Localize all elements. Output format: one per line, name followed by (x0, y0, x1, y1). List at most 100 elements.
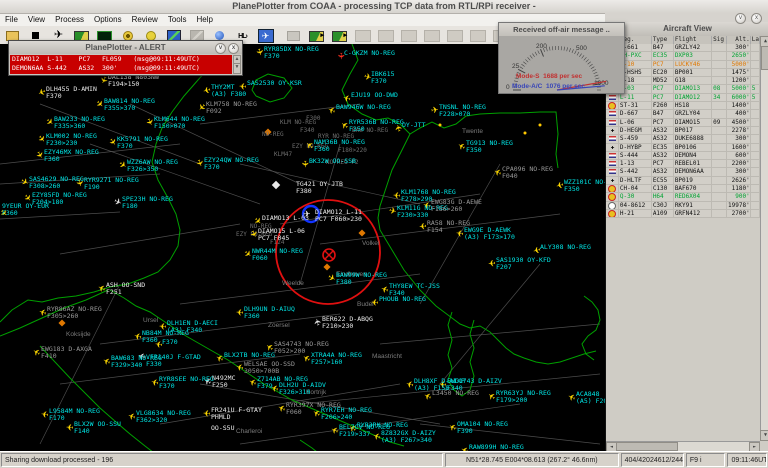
menu-item-process[interactable]: Process (50, 14, 89, 26)
aircraft-label[interactable]: SAS1930 OY-KFDF207 (496, 257, 551, 271)
column-header-alt[interactable]: Alt. (727, 36, 751, 44)
aircraft-label[interactable]: EZY24QW NO-REGF370 (204, 157, 259, 171)
aircraft-label[interactable]: DLH9UN D-AIUQF360 (244, 306, 295, 320)
table-row[interactable]: ✚D-HYBPEC35BP01061600' (606, 144, 760, 152)
aircraft-label[interactable]: DAL138 N803NWF194>150 (108, 74, 159, 88)
scroll-down-icon[interactable]: ▼ (233, 63, 241, 74)
aircraft-view-window[interactable]: Aircraft View FlgReg.TypeFlightSigAlt.La… (605, 22, 768, 451)
menu-item-view[interactable]: View (23, 14, 50, 26)
aircraft-label[interactable]: SAS4629 NO-REGF308>260 (29, 176, 84, 190)
aircraft-label[interactable]: L3450 NO-REG (432, 390, 479, 397)
aircraft-label[interactable]: RYR63YJ NO-REGF179>200 (496, 390, 551, 404)
aircraft-label[interactable]: WZZ101C NO-REGF350 (564, 179, 605, 193)
aircraft-label[interactable]: DLH455 D-AMINF370 (46, 86, 97, 100)
menu-item-tools[interactable]: Tools (163, 14, 192, 26)
aircraft-label[interactable]: OO-S5U (211, 425, 234, 432)
aircraft-label[interactable]: CPA096 NO-REGF040 (502, 166, 553, 180)
aircraft-label[interactable]: TG421 OY-JTBF380 (296, 181, 343, 195)
aircraft-label[interactable]: NWR44M NO-REGF060 (252, 248, 303, 262)
menu-item-file[interactable]: File (0, 14, 23, 26)
aircraft-label[interactable]: BLX2TB NO-REG (224, 352, 275, 359)
aircraft-label[interactable]: FR241U F-GTAYPHMLD (211, 407, 262, 421)
alert-row[interactable]: DEMON6AA S-442 AS32 300' (msg@09:11:49UT… (10, 64, 232, 73)
radar-map[interactable]: ✈ DLH455 D-AMINF370 ✈ DAL138 N803NWF194>150… (0, 44, 605, 451)
aircraft-label[interactable]: SPE23H NO-REGF180 (122, 196, 173, 210)
table-row[interactable]: S-459AS32DUKE6888300' (606, 135, 760, 143)
table-row[interactable]: ✚D-HLTFEC55BP0192626' (606, 177, 760, 185)
column-header-la[interactable]: La (751, 36, 760, 44)
aircraft-label[interactable]: N492MCF250 (212, 375, 235, 389)
aircraft-label[interactable]: WELSAE OO-SSD3050>700B (244, 361, 295, 375)
aircraft-icon[interactable]: ✈ (393, 191, 401, 200)
menu-item-options[interactable]: Options (89, 14, 127, 26)
aircraft-icon[interactable]: ✈ (430, 105, 439, 114)
table-row[interactable]: Q-30H64RED6X04900' (606, 193, 760, 201)
aircraft-label[interactable]: ALY308 NO-REG (540, 244, 591, 251)
aircraft-label[interactable]: EWG9E D-AEWK(A3) F173>170 (464, 227, 515, 241)
aircraft-label[interactable]: DIAMO15 L-06PC7 F045 (258, 228, 305, 242)
aircraft-label[interactable]: RYR9271 NO-REGF190 (84, 177, 139, 191)
aircraft-label[interactable]: TG913 NO-REGF350 (466, 140, 513, 154)
aircraft-label[interactable]: KLM758 NO-REGF092 (206, 101, 257, 115)
aircraft-icon[interactable]: ✈ (419, 222, 427, 231)
aircraft-icon[interactable]: ✈ (203, 409, 211, 418)
aircraft-label[interactable]: WZZ6AW NO-REGF326>350 (127, 159, 178, 173)
aircraft-label[interactable]: BAW233 NO-REGF335>360 (54, 116, 105, 130)
aircraft-label[interactable]: EWG83G D-AEWEF156>260 (431, 199, 482, 213)
aircraft-icon[interactable]: ✈ (488, 259, 496, 268)
aircraft-icon[interactable]: ✈ (66, 423, 74, 432)
aircraft-label[interactable]: KLM002 NO-REGF230>230 (46, 133, 97, 147)
aircraft-label[interactable]: VLG8634 NO-REGF362>320 (136, 410, 191, 424)
close-icon[interactable]: x (228, 43, 239, 54)
aircraft-label[interactable]: BK32W OO-SSB (309, 158, 356, 165)
table-row[interactable]: ✚D-HSHSEC20BP0011475' (606, 69, 760, 77)
close-icon[interactable]: x (751, 13, 762, 24)
aircraft-label[interactable]: PHOUB NO-REG (379, 296, 426, 303)
aircraft-label[interactable]: RYR3RK NO-REG (357, 422, 408, 429)
table-row[interactable]: D-661B47GRZLY42300' (606, 44, 760, 52)
aircraft-label[interactable]: RYR8SEE NO-REGF370 (159, 376, 214, 390)
aircraft-label[interactable]: OMA104 NO-REGF390 (457, 421, 508, 435)
aircraft-label[interactable]: BER622 D-ABQGF210>230 (322, 316, 373, 330)
alert-row[interactable]: DIAMO12 L-11 PC7 FL059 (msg@09:11:49UTC) (10, 55, 232, 64)
scrollbar-thumb[interactable] (616, 442, 678, 451)
aircraft-label[interactable]: OY-JTT (402, 122, 425, 129)
alert-window-titlebar[interactable]: PlanePlotter - ALERT v x (9, 41, 242, 54)
aircraft-view-toggle-button[interactable]: ✈ (255, 27, 276, 44)
aircraft-label[interactable]: RAW899H NO-REG (469, 444, 524, 451)
aircraft-label[interactable]: ASH OO-SNDF251 (106, 282, 145, 296)
aircraft-label[interactable]: KK5791 NO-REGF370 (117, 136, 168, 150)
column-header-flight[interactable]: Flight (674, 36, 712, 44)
table-row[interactable]: 1-13PC7REBEL012200' (606, 160, 760, 168)
column-header-sig[interactable]: Sig (712, 36, 727, 44)
table-row[interactable]: S-444AS32DEMON4600' (606, 152, 760, 160)
menu-item-review[interactable]: Review (127, 14, 163, 26)
aircraft-label[interactable]: VFR140J F-GTADF330 (146, 354, 201, 368)
aircraft-icon[interactable]: ✈ (40, 409, 49, 418)
menu-item-help[interactable]: Help (192, 14, 218, 26)
aircraft-label[interactable]: RYR536B NO-REGF350 (349, 119, 404, 133)
aircraft-icon[interactable]: ✈ (301, 160, 309, 168)
aircraft-icon[interactable]: ✈ (371, 298, 379, 307)
horizontal-scrollbar[interactable]: ◄ ► (606, 441, 760, 451)
table-row[interactable]: L-03PC7DIAMO13085000'5 (606, 85, 760, 93)
aircraft-label[interactable]: ACA848(A5) F200 (576, 391, 605, 405)
table-row[interactable]: S-442AS32DEMON6AA300' (606, 168, 760, 176)
column-header-type[interactable]: Type (652, 36, 674, 44)
aircraft-icon[interactable]: ✈ (236, 308, 244, 317)
table-row[interactable]: ✚D-HEGMAS32BP0172278' (606, 127, 760, 135)
aircraft-label[interactable]: BAW946W NO-REG (336, 104, 391, 111)
aircraft-label[interactable]: C-GKZM NO-REG (344, 50, 395, 57)
aircraft-label[interactable]: DLH2U D-AIDVF326>310 (279, 382, 326, 396)
table-row[interactable]: G-18MD52G181200' (606, 77, 760, 85)
message-rate-gauge-window[interactable]: Received off-air message .. 025200500100… (498, 22, 625, 94)
aircraft-label[interactable]: EWG183 D-AXGAF410 (41, 346, 92, 360)
aircraft-label[interactable]: RYR85DX NO-REGF370 (264, 46, 319, 60)
aircraft-label[interactable]: EZY46MX NO-REGF360 (44, 149, 99, 163)
table-row[interactable]: 04-8612C30JRKY9119978' (606, 202, 760, 210)
aircraft-label[interactable]: NAM36B NO-REGF360 (314, 139, 365, 153)
aircraft-label[interactable]: RYR7EH NO-REGF206>240 (321, 407, 372, 421)
table-row[interactable]: L-11PC7DIAMO12346000'5 (606, 94, 760, 102)
scroll-down-icon[interactable]: ▼ (760, 430, 768, 441)
aircraft-label[interactable]: XTRA4A NO-REGF257>160 (311, 352, 362, 366)
